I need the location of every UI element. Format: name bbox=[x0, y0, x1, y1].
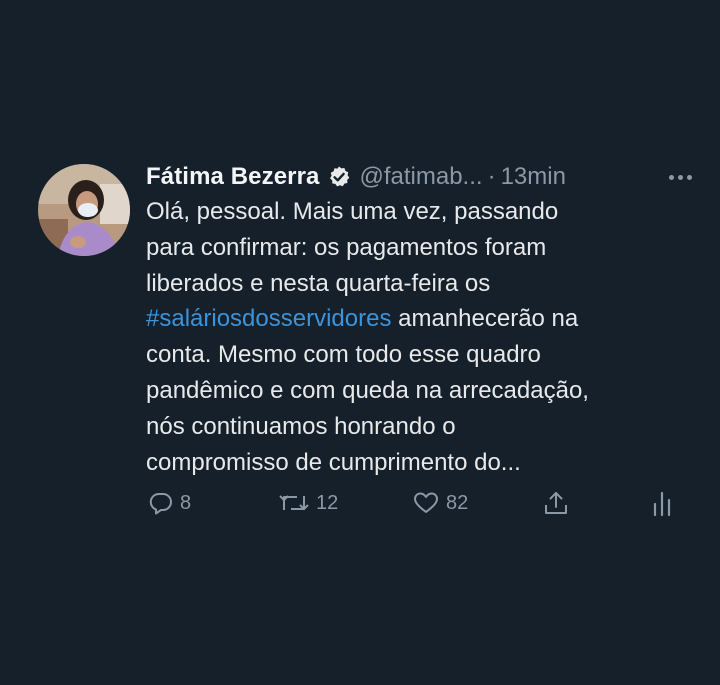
tweet-text-line: Olá, pessoal. Mais uma vez, passando bbox=[146, 198, 559, 225]
tweet-text-line: nós continuamos honrando o bbox=[146, 412, 456, 440]
retweet-button[interactable]: 12 bbox=[278, 490, 338, 516]
avatar-photo bbox=[38, 164, 130, 256]
tweet-content: Fátima Bezerra @fatimab... · 13min Olá, … bbox=[146, 160, 696, 526]
tweet-text-fragment: amanhecerão na bbox=[391, 305, 579, 333]
tweet-text-line: liberados e nesta quarta-feira os bbox=[146, 269, 491, 297]
share-button[interactable] bbox=[542, 490, 570, 518]
retweet-icon bbox=[278, 490, 310, 516]
like-count: 82 bbox=[446, 491, 469, 514]
tweet-text-line: para confirmar: os pagamentos foram bbox=[146, 233, 547, 261]
tweet-header: Fátima Bezerra @fatimab... · 13min bbox=[146, 160, 696, 194]
retweet-count: 12 bbox=[316, 491, 339, 514]
tweet-timestamp[interactable]: 13min bbox=[501, 163, 566, 191]
more-options-icon[interactable] bbox=[669, 174, 692, 180]
reply-count: 8 bbox=[180, 491, 192, 514]
tweet-text-line: compromisso de cumprimento do... bbox=[146, 448, 521, 476]
author-name[interactable]: Fátima Bezerra bbox=[146, 163, 319, 191]
verified-badge-icon bbox=[327, 165, 351, 189]
like-button[interactable]: 82 bbox=[412, 490, 468, 516]
heart-icon bbox=[412, 490, 440, 516]
tweet-text-line: pandêmico e com queda na arrecadação, bbox=[146, 376, 589, 404]
tweet-actions: 8 12 82 bbox=[146, 490, 696, 526]
author-avatar[interactable] bbox=[38, 164, 130, 256]
separator-dot: · bbox=[487, 163, 496, 190]
share-icon bbox=[542, 490, 570, 518]
hashtag-link[interactable]: #saláriosdosservidores bbox=[146, 305, 391, 332]
tweet-text-line: conta. Mesmo com todo esse quadro bbox=[146, 341, 541, 369]
reply-icon bbox=[148, 490, 174, 516]
analytics-button[interactable] bbox=[650, 490, 674, 518]
tweet-text-line: #saláriosdosservidores amanhecerão na bbox=[146, 301, 691, 337]
analytics-icon bbox=[650, 490, 674, 518]
reply-button[interactable]: 8 bbox=[148, 490, 191, 516]
tweet-text: Olá, pessoal. Mais uma vez, passando par… bbox=[146, 194, 691, 480]
author-handle[interactable]: @fatimab... bbox=[359, 163, 482, 191]
